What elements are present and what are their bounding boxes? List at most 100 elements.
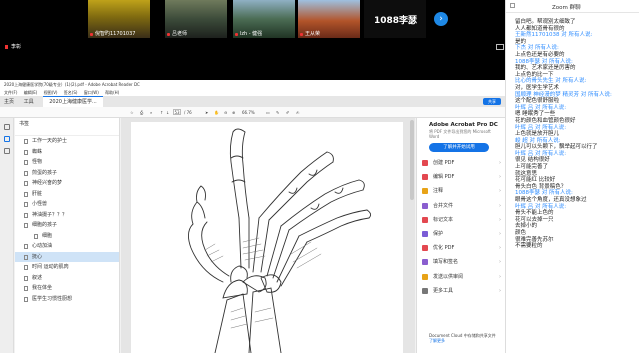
- bookmark-label: 神油摄子？？？: [32, 211, 68, 218]
- menu-edit[interactable]: 编辑(E): [24, 90, 38, 95]
- tool-label: 创建 PDF: [433, 160, 455, 166]
- active-speaker-name: 李彰: [11, 44, 22, 50]
- chat-message: 下杰 对 所有人说: 上点色还是有必要的: [506, 45, 639, 58]
- chat-text: 眼骨这个角度，还真没想象过: [515, 197, 587, 204]
- bookmark-icon: [24, 254, 28, 260]
- vertical-scrollbar[interactable]: [410, 120, 414, 200]
- bookmark-item[interactable]: 叙述: [15, 273, 119, 284]
- tool-item[interactable]: 发送以供审阅 ›: [417, 270, 505, 284]
- prev-page-icon[interactable]: ↑: [160, 110, 163, 115]
- zoom-in-icon[interactable]: ⊕: [232, 110, 235, 115]
- video-strip: 倪智旳11701037 吕老师 lzh - 健强 王从荣 1088李瑟 ›: [0, 0, 505, 38]
- chat-message: 去掉小的: [506, 223, 639, 230]
- tool-item[interactable]: 更多工具 ›: [417, 284, 505, 298]
- bookmark-item[interactable]: 医学生习惯性厨想: [15, 294, 119, 305]
- tool-item[interactable]: 编辑 PDF ›: [417, 170, 505, 184]
- tool-item[interactable]: 标记文本 ›: [417, 213, 505, 227]
- tool-label: 优化 PDF: [433, 245, 455, 252]
- bookmark-star-icon[interactable]: ☆: [130, 110, 134, 115]
- menu-sign[interactable]: 签名(S): [64, 90, 78, 95]
- fit-page-icon[interactable]: ▭: [266, 110, 270, 115]
- bookmark-icon: [24, 223, 28, 228]
- tool-item[interactable]: 注释 ›: [417, 184, 505, 198]
- print-icon[interactable]: ⎙: [140, 110, 143, 115]
- bookmark-icon: [24, 170, 28, 176]
- tool-icon: [422, 230, 428, 237]
- bookmark-item[interactable]: 蜘蛛: [15, 147, 119, 158]
- bookmark-item[interactable]: 肝脏: [15, 189, 119, 200]
- sign-icon[interactable]: ✍: [296, 110, 299, 115]
- tool-item[interactable]: 填写和签名 ›: [417, 255, 505, 269]
- video-tile[interactable]: 吕老师: [165, 0, 227, 38]
- start-trial-button[interactable]: 了解并开始试用: [429, 143, 489, 152]
- bookmark-item[interactable]: 小怪兽: [15, 199, 119, 210]
- view-options-icon[interactable]: [496, 44, 504, 50]
- chat-sender[interactable]: 比心的骨头先生 对 所有人说:: [515, 78, 635, 85]
- highlight-icon[interactable]: ✐: [286, 110, 289, 115]
- chevron-right-icon: ›: [499, 230, 501, 237]
- chat-message: 留白吧。帮观別太细致了: [506, 19, 639, 26]
- tool-label: 发送以供审阅: [433, 273, 464, 280]
- chat-text: 花的颜色和血管颜色很好: [515, 117, 576, 124]
- bookmark-item[interactable]: 我在体坐: [15, 283, 119, 294]
- comment-icon[interactable]: ✎: [276, 110, 279, 115]
- page-number-input[interactable]: 53: [173, 109, 181, 115]
- tool-item[interactable]: 保护 ›: [417, 227, 505, 241]
- bookmark-icon: [24, 275, 28, 281]
- chat-message: 王新然11701038 对 所有人说: 是的: [506, 32, 639, 45]
- chat-panel: Zoom 群聊 留白吧。帮观別太细致了 人人都知道骨有很的 王新然11701038 …: [505, 0, 639, 353]
- tool-item[interactable]: 优化 PDF ›: [417, 241, 505, 255]
- bookmark-item[interactable]: 时间 运动的肌肉: [15, 262, 119, 273]
- bookmark-label: 心动加油: [32, 243, 53, 249]
- share-button[interactable]: 共享: [483, 98, 501, 105]
- zoom-level[interactable]: 66.7%: [242, 110, 255, 115]
- next-page-arrow-icon[interactable]: ›: [434, 12, 448, 26]
- bookmark-item[interactable]: 工作一天的护士: [15, 136, 119, 147]
- bookmarks-icon[interactable]: [4, 136, 10, 142]
- bookmark-item[interactable]: 怪物: [15, 157, 119, 168]
- video-tile[interactable]: 倪智旳11701037: [88, 0, 150, 38]
- tool-label: 标记文本: [433, 216, 454, 223]
- tool-item[interactable]: 创建 PDF ›: [417, 156, 505, 170]
- bookmark-item[interactable]: 细胞: [15, 231, 119, 242]
- menu-help[interactable]: 帮助(H): [105, 90, 119, 95]
- bookmark-item[interactable]: 心动加油: [15, 241, 119, 252]
- tool-icon: [422, 188, 428, 195]
- chat-sender[interactable]: 王新然11701038 对 所有人说:: [515, 32, 635, 39]
- video-tile[interactable]: 王从荣: [298, 0, 360, 38]
- bookmark-item[interactable]: 神油摄子？？？: [15, 210, 119, 221]
- chat-text: 颜色: [515, 230, 527, 236]
- video-tile[interactable]: 1088李瑟: [364, 0, 426, 38]
- chevron-right-icon: ›: [499, 188, 501, 195]
- chevron-right-icon: ›: [499, 245, 501, 252]
- bookmark-item[interactable]: 抚心: [15, 251, 119, 262]
- left-rail: [0, 118, 14, 353]
- menu-view[interactable]: 视图(V): [44, 90, 58, 95]
- menu-window[interactable]: 窗口(W): [84, 90, 99, 95]
- select-tool-icon[interactable]: ➤: [205, 110, 208, 115]
- mic-muted-icon: [90, 33, 93, 36]
- chat-header: Zoom 群聊: [506, 0, 639, 13]
- collapse-icon[interactable]: [510, 3, 515, 8]
- bookmark-item[interactable]: 煎蛋的孩子: [15, 168, 119, 179]
- chevron-right-icon: ›: [499, 259, 501, 266]
- bookmark-icon: [24, 244, 28, 249]
- bookmark-item[interactable]: 细胞的孩子: [15, 220, 119, 231]
- page-thumbnails-icon[interactable]: [4, 124, 10, 130]
- bookmarks-toolbar: [15, 128, 119, 136]
- chat-text: 上可能完善了: [515, 164, 549, 171]
- next-page-icon[interactable]: ↓: [166, 110, 169, 115]
- video-tile[interactable]: lzh - 健强: [233, 0, 295, 38]
- chat-sender[interactable]: 下杰 对 所有人说:: [515, 45, 635, 52]
- bookmark-label: 小怪兽: [32, 201, 48, 207]
- bookmarks-title: 书签: [19, 121, 30, 127]
- hand-tool-icon[interactable]: ✋: [214, 110, 219, 115]
- menu-file[interactable]: 文件(F): [4, 90, 17, 95]
- tool-item[interactable]: 合并文件 ›: [417, 199, 505, 213]
- search-icon[interactable]: ⌕: [150, 110, 152, 115]
- bookmark-item[interactable]: 神经兴奋的梦: [15, 178, 119, 189]
- tool-icon: [422, 259, 428, 266]
- learn-more-link[interactable]: 了解更多: [429, 338, 445, 343]
- attachments-icon[interactable]: [4, 148, 10, 154]
- zoom-out-icon[interactable]: ⊖: [224, 110, 227, 115]
